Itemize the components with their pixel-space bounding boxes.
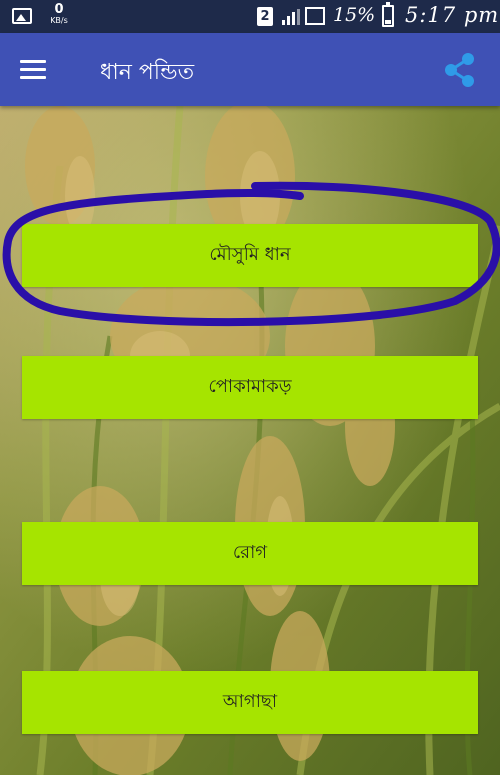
battery-icon — [382, 2, 394, 27]
gallery-icon — [12, 8, 32, 24]
network-speed: 0 KB/s — [46, 3, 72, 25]
status-bar: 0 KB/s 2 15% 5:17 pm — [0, 0, 500, 33]
menu-button-pests[interactable]: পোকামাকড় — [22, 356, 478, 419]
battery-percent: 15% — [333, 4, 376, 26]
menu-button-weeds[interactable]: আগাছা — [22, 671, 478, 734]
share-icon[interactable] — [440, 50, 480, 90]
network-speed-value: 0 — [54, 2, 64, 17]
menu-button-seasonal-rice[interactable]: মৌসুমি ধান — [22, 224, 478, 287]
network-speed-unit: KB/s — [50, 16, 68, 25]
signal-icon — [282, 9, 300, 25]
menu-button-diseases[interactable]: রোগ — [22, 522, 478, 585]
wifi-icon — [305, 7, 325, 25]
app-bar: ধান পন্ডিত — [0, 33, 500, 106]
sim-slot-indicator: 2 — [257, 7, 273, 26]
hamburger-menu-icon[interactable] — [14, 54, 52, 86]
clock: 5:17 pm — [405, 3, 500, 27]
main-menu: মৌসুমি ধান পোকামাকড় রোগ আগাছা — [0, 106, 500, 775]
app-title: ধান পন্ডিত — [100, 60, 195, 85]
